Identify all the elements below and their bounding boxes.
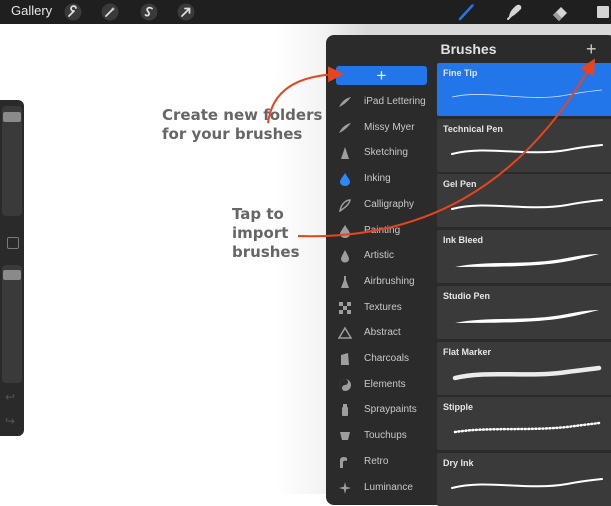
category-item[interactable]: Luminance	[326, 476, 436, 502]
artistic-drop-icon	[338, 249, 352, 263]
brush-item[interactable]: Studio Pen	[437, 285, 611, 339]
brush-item[interactable]: Fine Tip	[437, 63, 611, 116]
brush-name: Flat Marker	[443, 346, 492, 357]
import-brushes-annotation: Tap to import brushes	[232, 205, 300, 261]
category-item[interactable]: Airbrushing	[326, 270, 436, 296]
category-label: Missy Myer	[364, 121, 415, 133]
lettering-stroke-icon	[338, 121, 352, 135]
charcoal-icon	[338, 352, 352, 366]
brushes-panel: Brushes + + iPad Lettering Missy Myer Sket…	[326, 35, 611, 506]
top-toolbar: Gallery	[0, 0, 611, 24]
touchup-icon	[338, 429, 352, 443]
brush-name: Stipple	[443, 402, 474, 413]
sparkle-icon	[338, 481, 352, 495]
category-label: Abstract	[364, 327, 401, 339]
pencil-tip-icon	[338, 146, 352, 160]
triangle-icon	[337, 326, 353, 340]
brush-name: Gel Pen	[443, 179, 477, 190]
lettering-stroke-icon	[338, 95, 352, 109]
brush-name: Fine Tip	[443, 68, 478, 78]
category-label: Artistic	[364, 250, 394, 262]
modify-button[interactable]	[7, 237, 19, 249]
gallery-button[interactable]: Gallery	[11, 3, 52, 18]
wrench-icon[interactable]	[61, 0, 85, 24]
brush-icon[interactable]	[455, 0, 479, 24]
create-folders-annotation: Create new folders for your brushes	[162, 106, 323, 143]
category-label: Charcoals	[364, 353, 410, 364]
airbrush-icon	[338, 275, 352, 289]
category-label: Inking	[364, 173, 391, 185]
category-item[interactable]: Textures	[326, 296, 436, 322]
undo-icon[interactable]: ↩	[5, 390, 15, 404]
plus-icon: +	[376, 65, 387, 85]
category-item[interactable]: Painting	[326, 219, 436, 245]
category-label: Calligraphy	[364, 198, 415, 210]
brush-size-thumb[interactable]	[3, 112, 21, 122]
redo-icon[interactable]: ↪	[5, 414, 15, 428]
category-label: Luminance	[364, 481, 413, 493]
left-sidebar: ↩ ↪	[0, 100, 24, 436]
opacity-slider[interactable]	[2, 265, 22, 383]
category-item[interactable]: Abstract	[326, 321, 436, 347]
add-category-button[interactable]: +	[336, 66, 427, 85]
brush-name: Technical Pen	[443, 123, 503, 134]
category-label: Elements	[364, 378, 406, 390]
category-label: Spraypaints	[364, 404, 417, 416]
category-item[interactable]: Touchups	[326, 424, 436, 450]
brush-name: Ink Bleed	[443, 235, 484, 246]
magic-wand-icon[interactable]	[98, 0, 122, 24]
category-item[interactable]: iPad Lettering	[326, 90, 436, 116]
brush-name: Studio Pen	[443, 290, 490, 301]
smudge-icon[interactable]	[503, 0, 527, 24]
category-label: Retro	[364, 455, 389, 467]
category-item[interactable]: Sketching	[326, 141, 436, 167]
category-label: iPad Lettering	[364, 96, 426, 107]
eraser-icon[interactable]	[548, 0, 572, 24]
yin-yang-icon	[338, 378, 352, 392]
paint-drop-icon	[338, 224, 352, 238]
calligraphy-icon	[338, 198, 352, 213]
category-item[interactable]: Elements	[326, 373, 436, 399]
texture-icon	[338, 301, 352, 315]
retro-icon	[338, 455, 352, 469]
selection-s-icon[interactable]	[137, 0, 161, 24]
ink-drop-icon	[338, 172, 352, 187]
layers-icon[interactable]	[591, 0, 611, 24]
category-label: Sketching	[364, 147, 408, 159]
transform-arrow-icon[interactable]	[174, 0, 198, 24]
category-label: Airbrushing	[364, 275, 415, 287]
category-item[interactable]: Missy Myer	[326, 116, 436, 142]
category-item[interactable]: Calligraphy	[326, 193, 436, 219]
category-label: Textures	[364, 301, 402, 313]
category-item[interactable]: Charcoals	[326, 347, 436, 373]
brush-item[interactable]: Flat Marker	[437, 341, 611, 395]
opacity-thumb[interactable]	[3, 270, 21, 280]
panel-title: Brushes	[440, 41, 497, 57]
import-brush-plus-icon[interactable]: +	[586, 39, 597, 60]
brush-item[interactable]: Stipple	[437, 397, 611, 451]
category-label: Touchups	[364, 430, 407, 442]
brush-name: Dry Ink	[443, 457, 474, 468]
brush-item[interactable]: Technical Pen	[437, 118, 611, 172]
brush-item[interactable]: Dry Ink	[437, 452, 611, 506]
brush-item[interactable]: Gel Pen	[437, 174, 611, 228]
category-label: Painting	[364, 224, 401, 236]
category-item[interactable]: Inking	[326, 167, 436, 193]
brush-item[interactable]: Ink Bleed	[437, 230, 611, 284]
spray-can-icon	[338, 403, 352, 417]
brush-size-slider[interactable]	[2, 106, 22, 216]
category-item[interactable]: Artistic	[326, 244, 436, 270]
category-item[interactable]: Retro	[326, 450, 436, 476]
category-item[interactable]: Spraypaints	[326, 398, 436, 424]
